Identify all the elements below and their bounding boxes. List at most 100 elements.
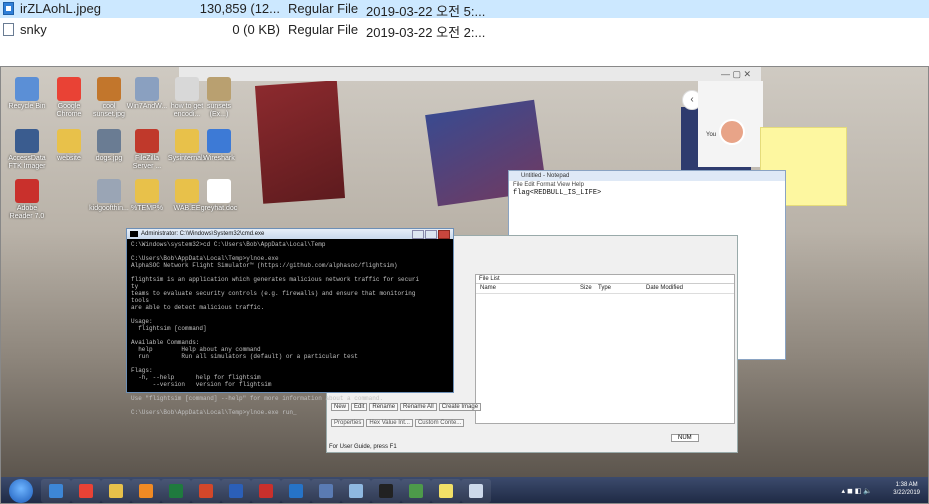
- desktop-icon-label: Recycle Bin: [8, 103, 46, 110]
- taskbar-cmd-button[interactable]: [371, 479, 401, 503]
- app-icon: [15, 129, 39, 153]
- desktop-icon-label: Wireshark: [203, 155, 235, 162]
- file-row-snky[interactable]: snky 0 (0 KB) Regular File 2019-03-22 오전…: [0, 21, 929, 40]
- cmd-window[interactable]: Administrator: C:\Windows\System32\cmd.e…: [126, 228, 454, 416]
- jpeg-file-icon: [3, 2, 14, 15]
- close-button[interactable]: [438, 230, 450, 239]
- taskbar-explorer-button[interactable]: [101, 479, 131, 503]
- desktop-icon-label: AccessData FTK Imager: [8, 155, 46, 170]
- desktop-icon[interactable]: FileZilla Server ...: [125, 129, 169, 171]
- column-date-modified[interactable]: Date Modified: [646, 284, 683, 293]
- file-size: 0 (0 KB): [232, 22, 280, 37]
- desktop-icon-label: greyhat.doc: [200, 205, 238, 212]
- ie-icon: [49, 484, 63, 498]
- taskbar-media-button[interactable]: [131, 479, 161, 503]
- adobe-icon: [259, 484, 273, 498]
- file-list-panel: File List Name Size Type Date Modified: [475, 274, 735, 424]
- taskbar-network-button[interactable]: [401, 479, 431, 503]
- notepad-title: Untitled - Notepad: [509, 171, 785, 181]
- app-icon: [175, 129, 199, 153]
- network-icon: [409, 484, 423, 498]
- file-explorer-list: irZLAohL.jpeg 130,859 (12... Regular Fil…: [0, 0, 929, 60]
- file-list-columns: Name Size Type Date Modified: [476, 284, 734, 294]
- desktop-icon[interactable]: %TEMP%: [125, 179, 169, 213]
- app-icon: [97, 179, 121, 203]
- sticky-icon: [439, 484, 453, 498]
- app-icon: [97, 129, 121, 153]
- column-name[interactable]: Name: [480, 284, 496, 293]
- app-icon: [97, 77, 121, 101]
- window-controls[interactable]: — ▢ ✕: [721, 69, 751, 80]
- app-icon: [15, 77, 39, 101]
- notepad-icon: [349, 484, 363, 498]
- cmd-icon: [379, 484, 393, 498]
- cmd-icon: [130, 231, 138, 237]
- browser-title-bar: — ▢ ✕: [179, 67, 761, 81]
- file-name: irZLAohL.jpeg: [20, 1, 101, 16]
- tab-hex-value[interactable]: Hex Value Int...: [366, 419, 413, 427]
- cmd-title-bar: Administrator: C:\Windows\System32\cmd.e…: [127, 229, 453, 239]
- desktop-icon[interactable]: website: [47, 129, 91, 163]
- desktop-icon[interactable]: Win7AndW...: [125, 77, 169, 111]
- taskbar-chrome-button[interactable]: [71, 479, 101, 503]
- app-icon: [207, 179, 231, 203]
- desktop-icon[interactable]: Google Chrome: [47, 77, 91, 119]
- minimize-button[interactable]: [412, 230, 424, 239]
- excel-icon: [169, 484, 183, 498]
- file-date: 2019-03-22 오전 2:...: [366, 25, 486, 40]
- desktop-icon-label: %TEMP%: [131, 205, 163, 212]
- blank-file-icon: [3, 23, 14, 36]
- desktop-icon[interactable]: Wireshark: [197, 129, 241, 163]
- taskbar-files-button[interactable]: [461, 479, 491, 503]
- desktop-icon[interactable]: AccessData FTK Imager: [5, 129, 49, 171]
- outlook-icon: [289, 484, 303, 498]
- word-icon: [229, 484, 243, 498]
- taskbar-word-button[interactable]: [221, 479, 251, 503]
- taskbar-outlook-button[interactable]: [281, 479, 311, 503]
- desktop-icon-label: website: [57, 155, 81, 162]
- avatar: [719, 119, 745, 145]
- notepad-content[interactable]: flag<REDBULL_IS_LIFE>: [509, 189, 785, 197]
- notepad-menu[interactable]: File Edit Format View Help: [509, 181, 785, 189]
- chrome-icon: [79, 484, 93, 498]
- desktop-icon-label: Win7AndW...: [126, 103, 168, 110]
- file-size: 130,859 (12...: [199, 1, 280, 16]
- tab-custom-content[interactable]: Custom Conte...: [414, 419, 465, 427]
- taskbar-ie-button[interactable]: [41, 479, 71, 503]
- tab-properties[interactable]: Properties: [331, 419, 365, 427]
- column-type[interactable]: Type: [598, 284, 611, 293]
- app-icon: [175, 77, 199, 101]
- taskbar-ftk-button[interactable]: [311, 479, 341, 503]
- desktop-icon-label: sunsets (Ex...): [206, 103, 232, 118]
- taskbar-notepad-button[interactable]: [341, 479, 371, 503]
- maximize-button[interactable]: [425, 230, 437, 239]
- num-lock-indicator: NUM: [671, 434, 699, 442]
- file-row-irzlaohl[interactable]: irZLAohL.jpeg 130,859 (12... Regular Fil…: [0, 0, 929, 19]
- clock-date: 3/22/2019: [893, 490, 920, 496]
- file-type: Regular File: [288, 1, 359, 16]
- app-icon: [15, 179, 39, 203]
- app-icon: [57, 129, 81, 153]
- app-icon: [135, 129, 159, 153]
- desktop-icon[interactable]: Adobe Reader 7.0: [5, 179, 49, 221]
- desktop-icon[interactable]: sunsets (Ex...): [197, 77, 241, 119]
- desktop-icon[interactable]: greyhat.doc: [197, 179, 241, 213]
- desktop-icon[interactable]: Recycle Bin: [5, 77, 49, 111]
- clock[interactable]: 1:38 AM 3/22/2019: [893, 481, 920, 497]
- taskbar-excel-button[interactable]: [161, 479, 191, 503]
- tray-icons[interactable]: ▴ ◼ ◧ 🔈: [842, 487, 873, 495]
- column-size[interactable]: Size: [580, 284, 592, 293]
- explorer-icon: [109, 484, 123, 498]
- app-icon: [135, 179, 159, 203]
- start-button[interactable]: [9, 479, 33, 503]
- files-icon: [469, 484, 483, 498]
- file-name: snky: [20, 22, 47, 37]
- powerpoint-icon: [199, 484, 213, 498]
- app-icon: [57, 77, 81, 101]
- app-icon: [207, 129, 231, 153]
- taskbar-powerpoint-button[interactable]: [191, 479, 221, 503]
- taskbar-sticky-button[interactable]: [431, 479, 461, 503]
- taskbar-adobe-button[interactable]: [251, 479, 281, 503]
- cmd-output[interactable]: C:\Windows\system32>cd C:\Users\Bob\AppD…: [131, 241, 453, 416]
- status-text: For User Guide, press F1: [329, 444, 397, 450]
